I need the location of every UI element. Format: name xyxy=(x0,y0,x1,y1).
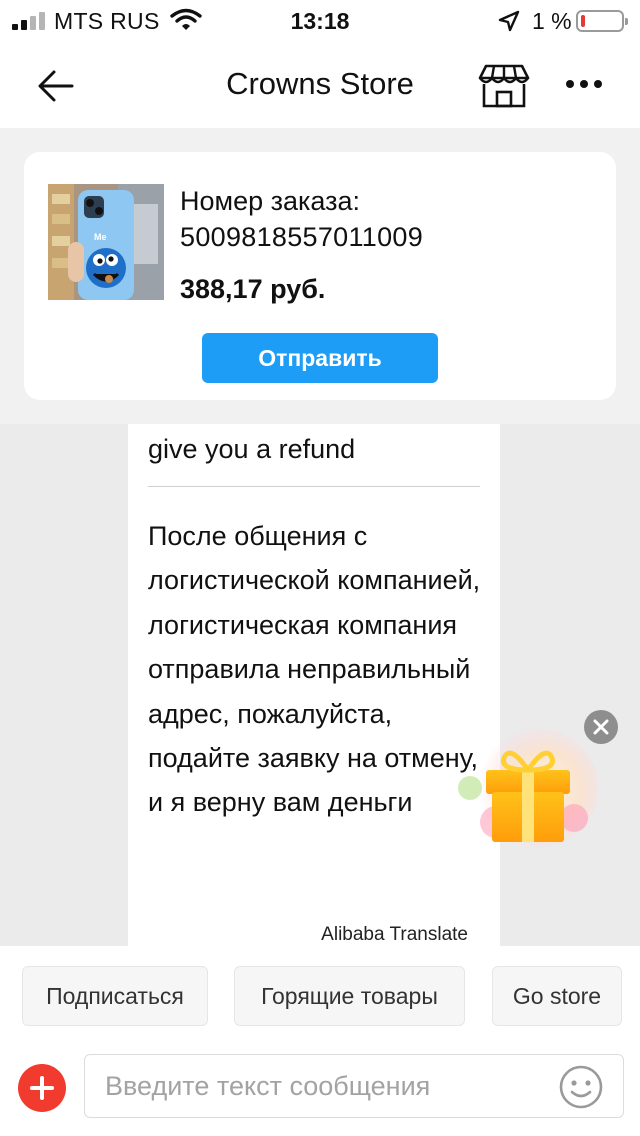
quick-reply-subscribe[interactable]: Подписаться xyxy=(22,966,208,1026)
chat-screen: MTS RUS 13:18 1 % Crowns Store Me Номер … xyxy=(0,0,640,1136)
nav-bar: Crowns Store xyxy=(0,40,640,128)
quick-reply-hot-products[interactable]: Горящие товары xyxy=(234,966,465,1026)
quick-replies-bar: Подписаться Горящие товары Go store xyxy=(0,946,640,1042)
order-number: 5009818557011009 xyxy=(180,222,424,252)
product-image[interactable]: Me xyxy=(48,184,164,300)
order-price: 388,17 руб. xyxy=(180,274,326,304)
location-arrow-icon xyxy=(498,10,520,32)
order-card: Me Номер заказа: 5009818557011009 388,17… xyxy=(24,152,616,400)
composer-bar xyxy=(0,1042,640,1136)
store-icon[interactable] xyxy=(478,62,530,110)
quick-reply-go-store[interactable]: Go store xyxy=(492,966,622,1026)
translate-credit: Alibaba Translate xyxy=(321,924,468,945)
message-translated-text: После общения с логистической компанией,… xyxy=(148,521,481,818)
message-divider xyxy=(148,486,480,487)
order-number-label: Номер заказа: xyxy=(180,186,361,216)
emoji-icon[interactable] xyxy=(558,1064,604,1110)
svg-text:Me: Me xyxy=(94,232,107,242)
send-order-button[interactable]: Отправить xyxy=(202,333,438,383)
store-title: Crowns Store xyxy=(226,66,414,101)
more-dots-icon[interactable] xyxy=(564,74,604,94)
order-summary-area: Me Номер заказа: 5009818557011009 388,17… xyxy=(0,128,640,424)
add-attachment-button[interactable] xyxy=(18,1064,66,1112)
message-original-text: give you a refund xyxy=(148,434,356,464)
chat-area[interactable]: give you a refund После общения с логист… xyxy=(0,424,640,946)
status-bar: MTS RUS 13:18 1 % xyxy=(0,0,640,40)
battery-percent: 1 % xyxy=(532,8,572,34)
gift-icon[interactable] xyxy=(456,726,600,852)
battery-icon xyxy=(576,10,628,32)
message-bubble: give you a refund После общения с логист… xyxy=(128,424,500,946)
message-input[interactable] xyxy=(84,1054,624,1118)
